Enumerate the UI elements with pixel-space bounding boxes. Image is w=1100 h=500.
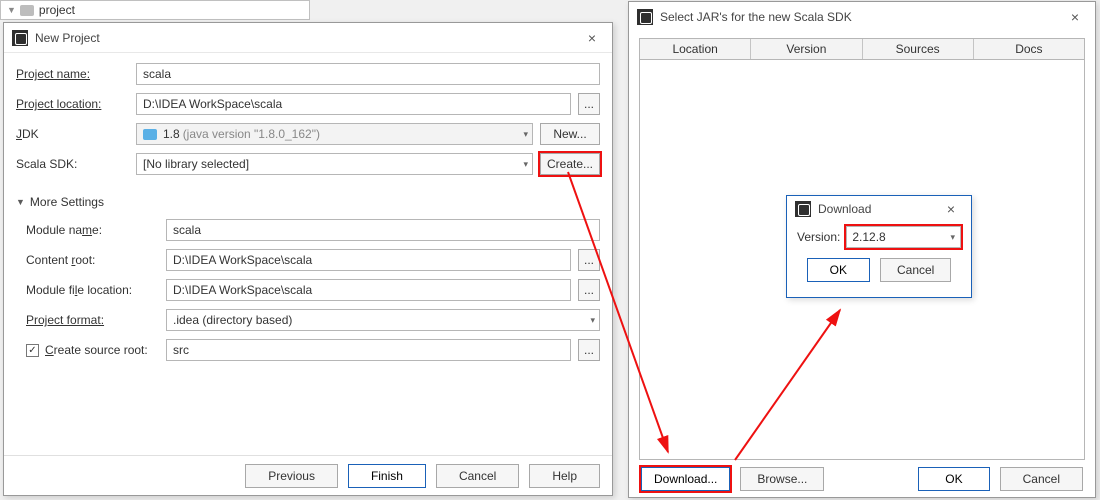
scala-sdk-combo[interactable]: [No library selected] ▾	[136, 153, 533, 175]
chevron-down-icon: ▼	[16, 197, 25, 207]
dialog-title: Download	[818, 202, 871, 216]
folder-tab: ▼ project	[0, 0, 310, 20]
help-button[interactable]: Help	[529, 464, 600, 488]
column-location[interactable]: Location	[640, 39, 751, 59]
folder-label: project	[39, 3, 75, 17]
project-name-input[interactable]: scala	[136, 63, 600, 85]
column-version[interactable]: Version	[751, 39, 862, 59]
dialog-titlebar: Select JAR's for the new Scala SDK ×	[629, 2, 1095, 32]
module-file-browse-button[interactable]: ...	[578, 279, 600, 301]
chevron-down-icon: ▾	[590, 315, 595, 326]
label-create-source-root[interactable]: ✓ Create source root:	[26, 343, 166, 357]
source-root-input[interactable]: src	[166, 339, 571, 361]
dialog-titlebar: Download ×	[787, 196, 971, 222]
app-icon	[12, 30, 28, 46]
label-scala-sdk: Scala SDK:	[16, 157, 136, 171]
app-icon	[795, 201, 811, 217]
dialog-title: Select JAR's for the new Scala SDK	[660, 10, 852, 24]
label-content-root: Content root:	[26, 253, 166, 267]
table-header: Location Version Sources Docs	[639, 38, 1085, 60]
cancel-button[interactable]: Cancel	[880, 258, 951, 282]
folder-icon	[20, 5, 34, 16]
close-icon[interactable]: ×	[1063, 5, 1087, 29]
project-location-input[interactable]: D:\IDEA WorkSpace\scala	[136, 93, 571, 115]
create-source-root-checkbox[interactable]: ✓	[26, 344, 39, 357]
label-module-file-location: Module file location:	[26, 283, 166, 297]
chevron-down-icon: ▾	[950, 232, 955, 243]
label-project-location: Project location:	[16, 97, 136, 111]
version-combo[interactable]: 2.12.8 ▾	[846, 226, 961, 248]
browse-button[interactable]: Browse...	[740, 467, 824, 491]
dialog-footer: Previous Finish Cancel Help	[4, 455, 612, 495]
label-version: Version:	[797, 230, 840, 244]
chevron-down-icon: ▼	[7, 5, 16, 15]
content-root-browse-button[interactable]: ...	[578, 249, 600, 271]
chevron-down-icon: ▾	[523, 129, 528, 140]
create-sdk-button[interactable]: Create...	[540, 153, 600, 175]
more-settings-toggle[interactable]: ▼ More Settings	[16, 195, 600, 209]
dialog-title: New Project	[35, 31, 100, 45]
column-docs[interactable]: Docs	[974, 39, 1084, 59]
close-icon[interactable]: ×	[580, 26, 604, 50]
dialog-titlebar: New Project ×	[4, 23, 612, 53]
label-jdk: JDK	[16, 127, 136, 141]
download-dialog: Download × Version: 2.12.8 ▾ OK Cancel	[786, 195, 972, 298]
jdk-icon	[143, 129, 157, 140]
download-button[interactable]: Download...	[641, 467, 730, 491]
finish-button[interactable]: Finish	[348, 464, 426, 488]
column-sources[interactable]: Sources	[863, 39, 974, 59]
cancel-button[interactable]: Cancel	[1000, 467, 1083, 491]
previous-button[interactable]: Previous	[245, 464, 338, 488]
ok-button[interactable]: OK	[807, 258, 870, 282]
project-format-combo[interactable]: .idea (directory based) ▾	[166, 309, 600, 331]
module-name-input[interactable]: scala	[166, 219, 600, 241]
app-icon	[637, 9, 653, 25]
module-file-location-input[interactable]: D:\IDEA WorkSpace\scala	[166, 279, 571, 301]
label-project-name: Project name:	[16, 67, 136, 81]
label-module-name: Module name:	[26, 223, 166, 237]
project-location-browse-button[interactable]: ...	[578, 93, 600, 115]
ok-button[interactable]: OK	[918, 467, 989, 491]
source-root-browse-button[interactable]: ...	[578, 339, 600, 361]
content-root-input[interactable]: D:\IDEA WorkSpace\scala	[166, 249, 571, 271]
jdk-combo[interactable]: 1.8 (java version "1.8.0_162") ▾	[136, 123, 533, 145]
chevron-down-icon: ▾	[523, 159, 528, 170]
label-project-format: Project format:	[26, 313, 166, 327]
close-icon[interactable]: ×	[939, 197, 963, 221]
new-jdk-button[interactable]: New...	[540, 123, 600, 145]
dialog-footer: Download... Browse... OK Cancel	[629, 461, 1095, 497]
cancel-button[interactable]: Cancel	[436, 464, 519, 488]
new-project-dialog: New Project × Project name: scala Projec…	[3, 22, 613, 496]
